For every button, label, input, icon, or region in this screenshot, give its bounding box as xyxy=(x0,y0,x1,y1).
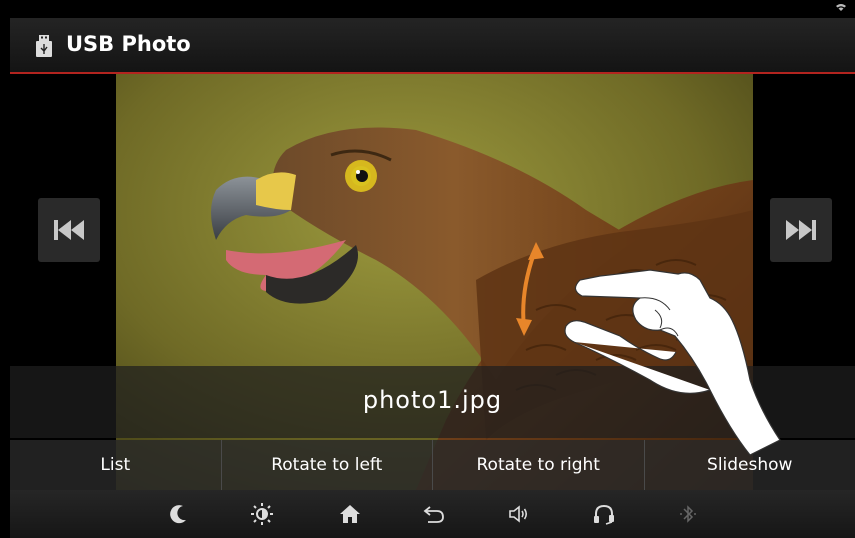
action-bar: List Rotate to left Rotate to right Slid… xyxy=(10,440,855,490)
slideshow-button[interactable]: Slideshow xyxy=(645,440,855,490)
home-icon[interactable] xyxy=(338,502,362,526)
system-bar xyxy=(10,490,855,538)
skip-previous-icon xyxy=(54,220,84,240)
handsfree-icon[interactable] xyxy=(592,502,616,526)
status-bar xyxy=(0,0,855,18)
back-icon[interactable] xyxy=(422,502,446,526)
list-button[interactable]: List xyxy=(10,440,222,490)
previous-button[interactable] xyxy=(38,198,100,262)
next-button[interactable] xyxy=(770,198,832,262)
rotate-right-button[interactable]: Rotate to right xyxy=(433,440,645,490)
rotate-left-button[interactable]: Rotate to left xyxy=(222,440,433,490)
skip-next-icon xyxy=(786,220,816,240)
brightness-icon[interactable] xyxy=(250,502,274,526)
page-title: USB Photo xyxy=(66,32,191,56)
night-mode-icon[interactable] xyxy=(168,502,192,526)
bluetooth-icon[interactable] xyxy=(676,502,700,526)
volume-icon[interactable] xyxy=(507,502,531,526)
caption-bar: photo1.jpg xyxy=(10,366,855,438)
title-bar: USB Photo xyxy=(10,18,855,74)
photo-viewer[interactable]: photo1.jpg List Rotate to left Rotate to… xyxy=(10,74,855,490)
wifi-icon xyxy=(836,4,846,11)
usb-icon xyxy=(36,35,52,57)
photo-filename: photo1.jpg xyxy=(362,386,503,414)
